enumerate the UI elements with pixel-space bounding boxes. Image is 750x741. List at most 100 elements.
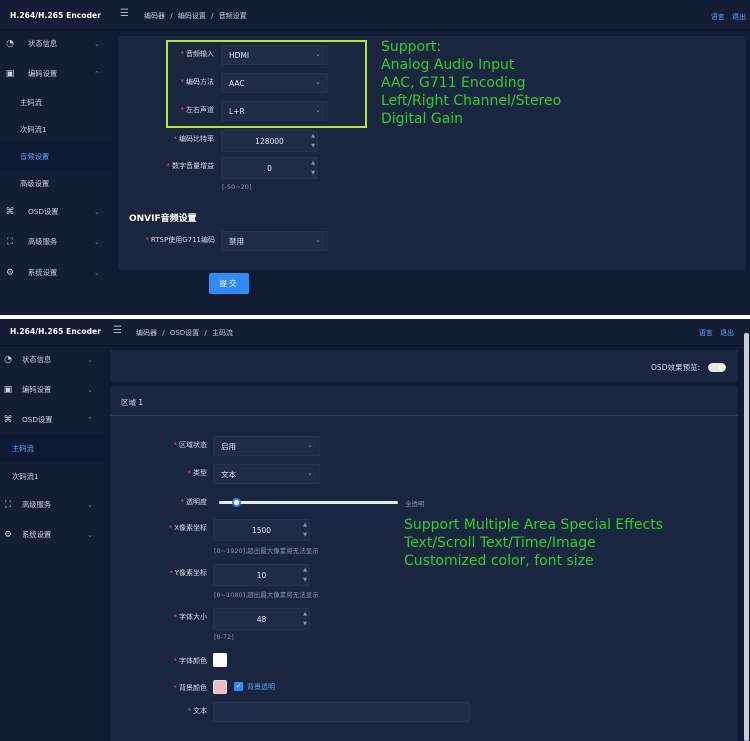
logout-link[interactable]: 退出 <box>732 13 746 21</box>
stepper-down-icon[interactable]: ▼ <box>303 532 307 538</box>
audio-settings-screen: H.264/H.265 Encoder ☰ 编码器 / 编码设置 / 音频设置 … <box>0 0 750 315</box>
sidebar-item-main-stream[interactable]: 主码流 <box>0 435 104 463</box>
sidebar-item-label: 系统设置 <box>22 530 52 539</box>
bg-color-picker[interactable] <box>213 680 227 694</box>
feature-annotation: Support: Analog Audio Input AAC, G711 En… <box>381 39 562 127</box>
gear-icon: ⚙ <box>3 530 13 540</box>
sidebar: ◔ 状态信息 ⌄ ▣ 编码设置 ⌄ ⌘ OSD设置 ⌃ 主码流 次码流1 ⛶ 高… <box>0 346 104 741</box>
sidebar-item-label: 高级服务 <box>28 237 58 246</box>
rtsp-label: * RTSP使用G711编码 <box>145 236 215 244</box>
brand-title: H.264/H.265 Encoder <box>10 327 102 336</box>
sidebar-item-audio[interactable]: 音频设置 <box>0 143 112 171</box>
menu-toggle-icon[interactable]: ☰ <box>113 325 122 336</box>
submit-button[interactable]: 提交 <box>209 273 249 294</box>
chevron-down-icon: ⌄ <box>87 356 93 364</box>
osd-settings-screen: H.264/H.265 Encoder ☰ 编码器 / OSD设置 / 主码流 … <box>0 319 750 741</box>
osd-icon: ⌘ <box>3 415 13 425</box>
onvif-section-title: ONVIF音频设置 <box>129 214 197 224</box>
opacity-slider-track[interactable] <box>219 501 398 504</box>
codec-select[interactable]: AAC ⌄ <box>221 73 328 93</box>
breadcrumb-item[interactable]: 编码器 <box>144 12 165 20</box>
state-select[interactable]: 启用 ⌄ <box>213 436 320 456</box>
text-input[interactable] <box>213 702 470 722</box>
monitor-icon: ▣ <box>3 385 13 395</box>
sidebar-item-osd[interactable]: ⌘ OSD设置 ⌄ <box>0 198 112 226</box>
sidebar-item-main-stream[interactable]: 主码流 <box>0 89 112 117</box>
font-color-picker[interactable] <box>213 653 227 667</box>
gain-label: * 数字音量增益 <box>166 162 215 170</box>
stepper-down-icon[interactable]: ▼ <box>311 170 315 176</box>
audio-input-label: * 音频输入 <box>180 50 215 58</box>
breadcrumb-item[interactable]: OSD设置 <box>170 329 199 337</box>
x-coord-stepper[interactable]: 1500 ▲ ▼ <box>213 519 310 541</box>
bg-color-label: * 背景颜色 <box>173 684 208 692</box>
breadcrumb-sep: / <box>204 329 207 337</box>
text-label: * 文本 <box>187 707 208 715</box>
type-select[interactable]: 文本 ⌄ <box>213 464 320 484</box>
stepper-down-icon[interactable]: ▼ <box>311 143 315 149</box>
stepper-up-icon[interactable]: ▲ <box>303 522 307 528</box>
language-link[interactable]: 语言 <box>711 13 725 21</box>
sidebar-item-label: 主码流 <box>20 98 42 107</box>
sidebar-item-osd[interactable]: ⌘ OSD设置 ⌃ <box>0 406 104 434</box>
sidebar-item-service[interactable]: ⛶ 高级服务 ⌄ <box>0 491 104 519</box>
sidebar-item-label: 高级服务 <box>22 500 52 509</box>
stepper-up-icon[interactable]: ▲ <box>311 133 315 139</box>
stepper-down-icon[interactable]: ▼ <box>303 621 307 627</box>
sidebar-item-status[interactable]: ◔ 状态信息 ⌄ <box>0 346 104 374</box>
breadcrumb-item[interactable]: 编码器 <box>136 329 157 337</box>
chevron-up-icon: ⌃ <box>94 70 100 78</box>
page-scrollbar[interactable] <box>744 333 749 741</box>
breadcrumb-current: 主码流 <box>212 329 233 337</box>
codec-label: * 编码方法 <box>180 78 215 86</box>
chevron-down-icon: ⌄ <box>87 501 93 509</box>
sidebar-item-service[interactable]: ⛶ 高级服务 ⌄ <box>0 228 112 256</box>
sidebar-item-sub-stream[interactable]: 次码流1 <box>0 463 104 491</box>
osd-icon: ⌘ <box>5 207 15 217</box>
sidebar-item-label: 状态信息 <box>28 39 58 48</box>
sidebar-item-advanced[interactable]: 高级设置 <box>0 170 112 198</box>
stepper-down-icon[interactable]: ▼ <box>303 577 307 583</box>
type-label: * 类型 <box>187 469 208 477</box>
osd-preview-toggle[interactable] <box>708 363 726 372</box>
bg-transparent-checkbox[interactable]: ✓ <box>234 682 243 691</box>
font-size-stepper[interactable]: 48 ▲ ▼ <box>213 608 310 630</box>
rtsp-select[interactable]: 禁用 ⌄ <box>221 231 328 251</box>
logout-link[interactable]: 退出 <box>720 329 734 337</box>
sidebar-item-label: 音频设置 <box>20 152 50 161</box>
sidebar-item-status[interactable]: ◔ 状态信息 ⌄ <box>0 30 112 58</box>
area-divider <box>110 415 738 416</box>
sidebar-item-label: 编码设置 <box>28 69 58 78</box>
stepper-up-icon[interactable]: ▲ <box>303 611 307 617</box>
sidebar-item-encoding[interactable]: ▣ 编码设置 ⌃ <box>0 60 112 88</box>
audio-input-select[interactable]: HDMI ⌄ <box>221 45 328 65</box>
stepper-up-icon[interactable]: ▲ <box>303 567 307 573</box>
chevron-down-icon: ⌄ <box>94 208 100 216</box>
breadcrumb-item[interactable]: 编码设置 <box>178 12 206 20</box>
sidebar-item-label: 系统设置 <box>28 268 58 277</box>
sidebar-item-label: 主码流 <box>12 444 34 453</box>
header-links: 语言 退出 <box>694 328 734 338</box>
opacity-slider-handle[interactable] <box>231 498 241 507</box>
sidebar-item-system[interactable]: ⚙ 系统设置 ⌄ <box>0 521 104 549</box>
channel-label: * 左右声道 <box>180 106 215 114</box>
channel-select[interactable]: L+R ⌄ <box>221 101 328 121</box>
service-icon: ⛶ <box>4 500 12 510</box>
header-links: 语言 退出 <box>706 12 746 22</box>
sidebar-item-system[interactable]: ⚙ 系统设置 ⌄ <box>0 259 112 287</box>
sidebar-item-encoding[interactable]: ▣ 编码设置 ⌄ <box>0 376 104 404</box>
bitrate-stepper[interactable]: 128000 ▲ ▼ <box>221 130 318 152</box>
stepper-up-icon[interactable]: ▲ <box>311 160 315 166</box>
sidebar-item-sub-stream[interactable]: 次码流1 <box>0 116 112 144</box>
breadcrumb-current: 音频设置 <box>218 12 247 20</box>
x-coord-hint: [0~1920],超出最大像素将无法显示 <box>214 547 319 555</box>
y-coord-stepper[interactable]: 10 ▲ ▼ <box>213 564 310 586</box>
menu-toggle-icon[interactable]: ☰ <box>120 8 129 19</box>
chevron-down-icon: ⌄ <box>315 50 321 58</box>
font-color-label: * 字体颜色 <box>173 657 208 665</box>
language-link[interactable]: 语言 <box>699 329 713 337</box>
gain-stepper[interactable]: 0 ▲ ▼ <box>221 157 318 179</box>
breadcrumb-sep: / <box>211 12 214 20</box>
bg-transparent-label: 背景透明 <box>247 683 275 691</box>
chevron-down-icon: ⌄ <box>315 106 321 114</box>
